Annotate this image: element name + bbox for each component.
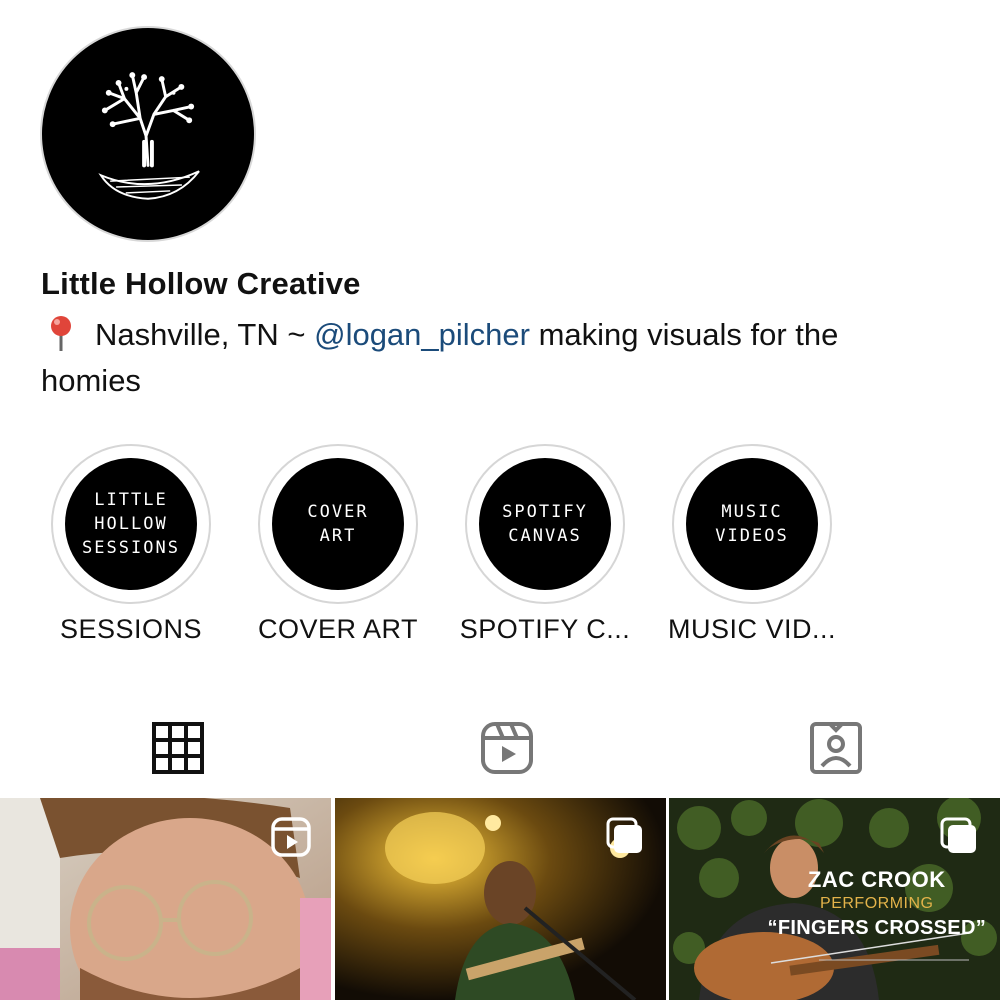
tab-tagged[interactable]: [808, 720, 864, 776]
cover-text-line: VIDEOS: [715, 526, 789, 546]
bio-location: Nashville, TN ~: [95, 317, 315, 352]
highlight-cover: LITTLE HOLLOW SESSIONS: [65, 458, 197, 590]
carousel-badge-icon: [605, 816, 647, 858]
reels-icon: [481, 722, 533, 774]
cover-text-line: HOLLOW: [94, 514, 168, 534]
highlight-label: COVER ART: [257, 614, 419, 644]
profile-name: Little Hollow Creative: [41, 266, 361, 301]
cover-text-line: CANVAS: [508, 526, 582, 546]
overlay-subtitle: PERFORMING: [820, 895, 934, 912]
post-tile-3[interactable]: ZAC CROOK PERFORMING “FINGERS CROSSED”: [669, 798, 1000, 1000]
cover-text-line: MUSIC: [721, 502, 783, 522]
profile-bio: Nashville, TN ~ @logan_pilcher making vi…: [41, 312, 941, 404]
pin-icon: [41, 313, 81, 353]
highlight-cover: SPOTIFY CANVAS: [479, 458, 611, 590]
grid-icon: [152, 722, 204, 774]
highlight-label: SPOTIFY C...: [459, 614, 631, 644]
profile-avatar[interactable]: [40, 26, 256, 242]
post-caption-overlay: ZAC CROOK PERFORMING “FINGERS CROSSED”: [768, 868, 986, 940]
post-tile-1[interactable]: [0, 798, 331, 1000]
cover-text-line: COVER: [307, 502, 369, 522]
reels-badge-icon: [270, 816, 312, 858]
tab-reels[interactable]: [479, 720, 535, 776]
overlay-song: “FINGERS CROSSED”: [767, 917, 986, 939]
cover-text-line: LITTLE: [94, 490, 168, 510]
tab-grid[interactable]: [150, 720, 206, 776]
cover-text-line: SESSIONS: [82, 538, 180, 558]
highlight-label: SESSIONS: [59, 614, 203, 644]
post-tile-2[interactable]: [335, 798, 666, 1000]
highlight-cover: MUSIC VIDEOS: [686, 458, 818, 590]
highlight-label: MUSIC VID...: [667, 614, 836, 644]
tagged-icon: [810, 722, 862, 774]
highlight-cover: COVER ART: [272, 458, 404, 590]
cover-text-line: SPOTIFY: [502, 502, 588, 522]
bio-mention-link[interactable]: @logan_pilcher: [314, 317, 530, 352]
overlay-artist: ZAC CROOK: [807, 867, 946, 892]
carousel-badge-icon: [939, 816, 981, 858]
tree-logo-icon: [98, 72, 200, 200]
cover-text-line: ART: [319, 526, 357, 546]
